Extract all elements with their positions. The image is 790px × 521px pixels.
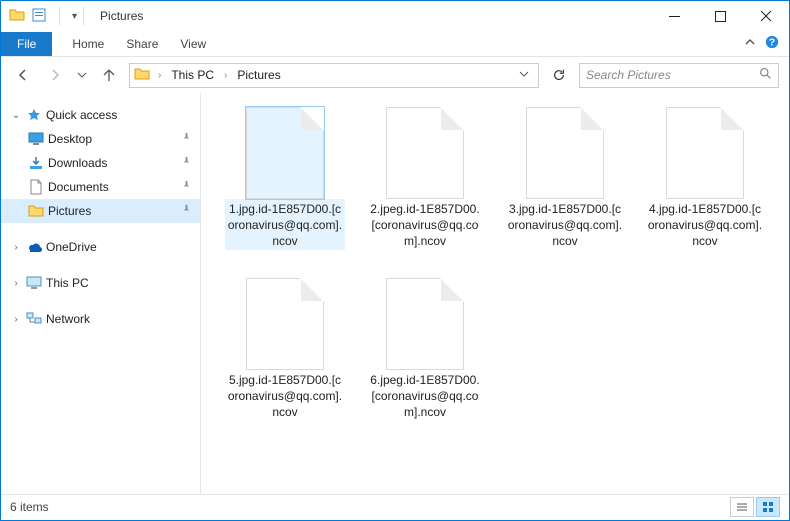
sidebar-item-downloads[interactable]: Downloads xyxy=(1,151,200,175)
pictures-icon xyxy=(27,202,45,220)
maximize-button[interactable] xyxy=(697,1,743,31)
window-title: Pictures xyxy=(100,9,143,23)
sidebar-item-label: This PC xyxy=(46,276,89,290)
file-name: 4.jpg.id-1E857D00.[coronavirus@qq.com].n… xyxy=(645,199,765,250)
navigation-pane: ⌄ Quick access Desktop Downloads Documen… xyxy=(1,93,201,495)
status-bar: 6 items xyxy=(2,494,788,519)
refresh-button[interactable] xyxy=(547,63,571,87)
file-item[interactable]: 6.jpeg.id-1E857D00.[coronavirus@qq.com].… xyxy=(365,278,485,421)
expand-icon[interactable]: › xyxy=(7,278,25,289)
address-dropdown-icon[interactable] xyxy=(514,68,534,82)
file-icon xyxy=(246,107,324,199)
tab-share[interactable]: Share xyxy=(124,33,160,55)
file-name: 6.jpeg.id-1E857D00.[coronavirus@qq.com].… xyxy=(365,370,485,421)
address-bar-row: › This PC › Pictures xyxy=(1,57,789,93)
collapse-icon[interactable]: ⌄ xyxy=(7,110,25,121)
sidebar-item-desktop[interactable]: Desktop xyxy=(1,127,200,151)
close-button[interactable] xyxy=(743,1,789,31)
address-bar[interactable]: › This PC › Pictures xyxy=(129,63,539,88)
file-tab[interactable]: File xyxy=(1,32,52,56)
help-icon[interactable]: ? xyxy=(765,35,779,52)
documents-icon xyxy=(27,178,45,196)
sidebar-item-this-pc[interactable]: › This PC xyxy=(1,271,200,295)
search-input[interactable] xyxy=(586,68,753,82)
sidebar-item-label: Downloads xyxy=(48,156,107,170)
file-icon xyxy=(386,278,464,370)
properties-icon[interactable] xyxy=(31,7,47,26)
sidebar-item-documents[interactable]: Documents xyxy=(1,175,200,199)
pin-icon xyxy=(181,204,192,218)
file-name: 5.jpg.id-1E857D00.[coronavirus@qq.com].n… xyxy=(225,370,345,421)
separator xyxy=(59,7,60,25)
expand-icon[interactable]: › xyxy=(7,242,25,253)
tab-home[interactable]: Home xyxy=(70,33,106,55)
sidebar-item-quick-access[interactable]: ⌄ Quick access xyxy=(1,103,200,127)
recent-locations-icon[interactable] xyxy=(75,63,89,87)
chevron-right-icon[interactable]: › xyxy=(220,70,231,81)
chevron-right-icon[interactable]: › xyxy=(154,70,165,81)
file-icon xyxy=(246,278,324,370)
file-list-pane[interactable]: 1.jpg.id-1E857D00.[coronavirus@qq.com].n… xyxy=(201,93,789,495)
svg-text:?: ? xyxy=(769,37,775,49)
breadcrumb-this-pc[interactable]: This PC xyxy=(169,68,216,82)
quick-access-toolbar: ▾ xyxy=(1,7,77,26)
file-item[interactable]: 5.jpg.id-1E857D00.[coronavirus@qq.com].n… xyxy=(225,278,345,421)
separator xyxy=(83,7,84,25)
expand-icon[interactable]: › xyxy=(7,314,25,325)
view-details-button[interactable] xyxy=(730,497,754,517)
file-item[interactable]: 2.jpeg.id-1E857D00.[coronavirus@qq.com].… xyxy=(365,107,485,250)
sidebar-item-label: OneDrive xyxy=(46,240,97,254)
sidebar-item-label: Quick access xyxy=(46,108,117,122)
folder-app-icon xyxy=(9,7,25,26)
back-button[interactable] xyxy=(11,63,35,87)
up-button[interactable] xyxy=(97,63,121,87)
file-icon xyxy=(526,107,604,199)
pin-icon xyxy=(181,180,192,194)
title-bar: ▾ Pictures xyxy=(1,1,789,31)
file-name: 1.jpg.id-1E857D00.[coronavirus@qq.com].n… xyxy=(225,199,345,250)
file-name: 2.jpeg.id-1E857D00.[coronavirus@qq.com].… xyxy=(365,199,485,250)
sidebar-item-label: Desktop xyxy=(48,132,92,146)
folder-icon xyxy=(134,67,150,84)
pin-icon xyxy=(181,156,192,170)
ribbon-expand-icon[interactable] xyxy=(743,35,757,52)
file-item[interactable]: 4.jpg.id-1E857D00.[coronavirus@qq.com].n… xyxy=(645,107,765,250)
tab-view[interactable]: View xyxy=(178,33,208,55)
search-box[interactable] xyxy=(579,63,779,88)
this-pc-icon xyxy=(25,274,43,292)
file-item[interactable]: 3.jpg.id-1E857D00.[coronavirus@qq.com].n… xyxy=(505,107,625,250)
item-count: 6 items xyxy=(10,500,49,514)
sidebar-item-label: Network xyxy=(46,312,90,326)
sidebar-item-pictures[interactable]: Pictures xyxy=(1,199,200,223)
file-icon xyxy=(386,107,464,199)
minimize-button[interactable] xyxy=(651,1,697,31)
ribbon: File Home Share View ? xyxy=(1,31,789,57)
breadcrumb-pictures[interactable]: Pictures xyxy=(235,68,282,82)
onedrive-icon xyxy=(25,238,43,256)
network-icon xyxy=(25,310,43,328)
view-large-icons-button[interactable] xyxy=(756,497,780,517)
pin-icon xyxy=(181,132,192,146)
sidebar-item-label: Pictures xyxy=(48,204,91,218)
downloads-icon xyxy=(27,154,45,172)
sidebar-item-network[interactable]: › Network xyxy=(1,307,200,331)
star-icon xyxy=(25,106,43,124)
sidebar-item-label: Documents xyxy=(48,180,109,194)
search-icon[interactable] xyxy=(759,67,772,83)
sidebar-item-onedrive[interactable]: › OneDrive xyxy=(1,235,200,259)
forward-button[interactable] xyxy=(43,63,67,87)
file-name: 3.jpg.id-1E857D00.[coronavirus@qq.com].n… xyxy=(505,199,625,250)
window-controls xyxy=(651,1,789,31)
qat-dropdown-icon[interactable]: ▾ xyxy=(72,11,77,22)
desktop-icon xyxy=(27,130,45,148)
file-item[interactable]: 1.jpg.id-1E857D00.[coronavirus@qq.com].n… xyxy=(225,107,345,250)
file-icon xyxy=(666,107,744,199)
